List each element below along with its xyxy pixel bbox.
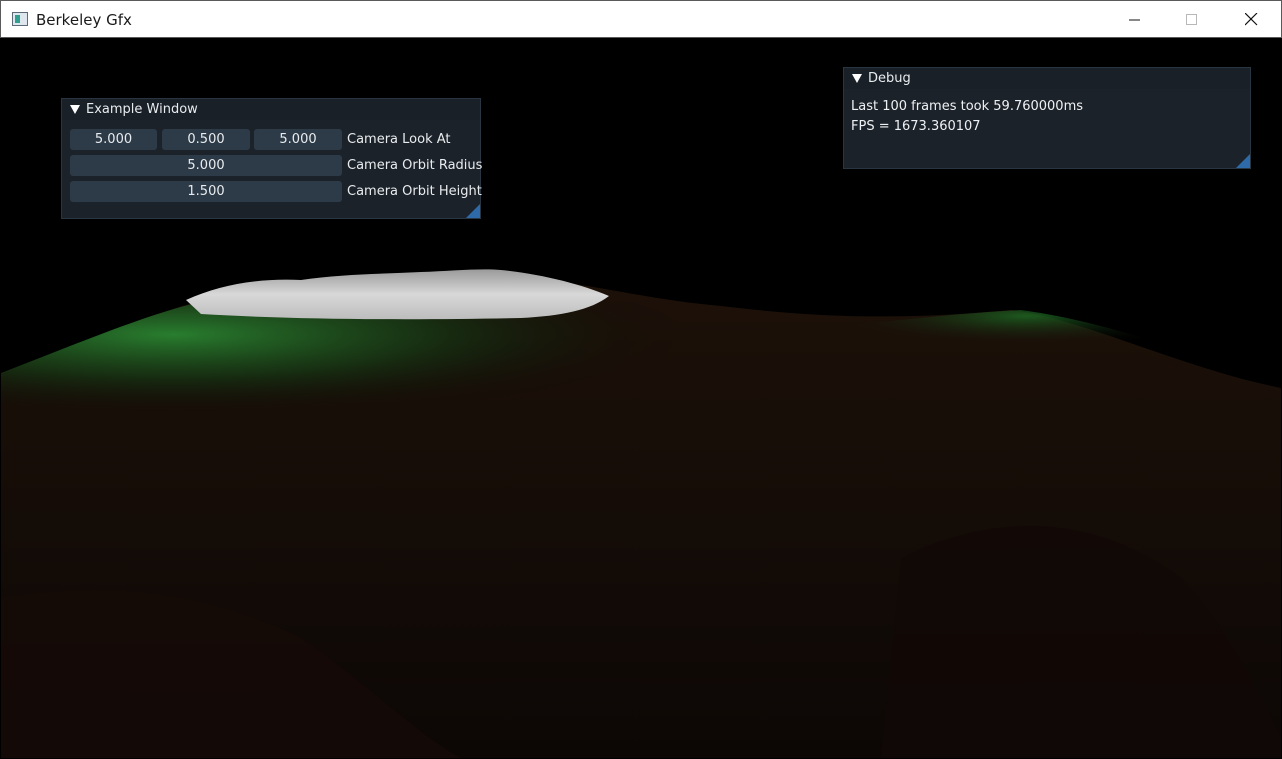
maximize-button[interactable] xyxy=(1163,1,1221,38)
camera-orbit-radius-label: Camera Orbit Radius xyxy=(347,158,483,173)
close-icon xyxy=(1244,13,1257,26)
camera-orbit-height-field[interactable]: 1.500 xyxy=(70,181,342,202)
collapse-triangle-icon[interactable] xyxy=(852,74,862,83)
example-window-header[interactable]: Example Window xyxy=(62,99,480,120)
look-at-z-field[interactable]: 5.000 xyxy=(254,129,342,150)
example-window-title: Example Window xyxy=(86,102,198,117)
title-bar: Berkeley Gfx xyxy=(0,0,1282,38)
resize-grip[interactable] xyxy=(1236,154,1250,168)
camera-orbit-radius-field[interactable]: 5.000 xyxy=(70,155,342,176)
app-icon xyxy=(12,12,28,26)
resize-grip[interactable] xyxy=(466,204,480,218)
minimize-button[interactable] xyxy=(1106,1,1164,38)
frame-time-text: Last 100 frames took 59.760000ms xyxy=(851,99,1084,114)
camera-look-at-label: Camera Look At xyxy=(347,132,451,147)
debug-window-title: Debug xyxy=(868,71,911,86)
look-at-y-field[interactable]: 0.500 xyxy=(162,129,250,150)
fps-text: FPS = 1673.360107 xyxy=(851,119,981,134)
camera-orbit-height-label: Camera Orbit Height xyxy=(347,184,482,199)
look-at-x-field[interactable]: 5.000 xyxy=(70,129,157,150)
close-button[interactable] xyxy=(1222,1,1280,38)
minimize-icon xyxy=(1129,19,1140,20)
collapse-triangle-icon[interactable] xyxy=(70,105,80,114)
debug-window: Debug Last 100 frames took 59.760000ms F… xyxy=(843,67,1251,169)
maximize-icon xyxy=(1186,13,1197,25)
window-title: Berkeley Gfx xyxy=(36,11,132,29)
render-viewport[interactable]: Example Window 5.000 0.500 5.000 Camera … xyxy=(1,38,1281,758)
example-window: Example Window 5.000 0.500 5.000 Camera … xyxy=(61,98,483,219)
debug-window-header[interactable]: Debug xyxy=(844,68,1250,89)
